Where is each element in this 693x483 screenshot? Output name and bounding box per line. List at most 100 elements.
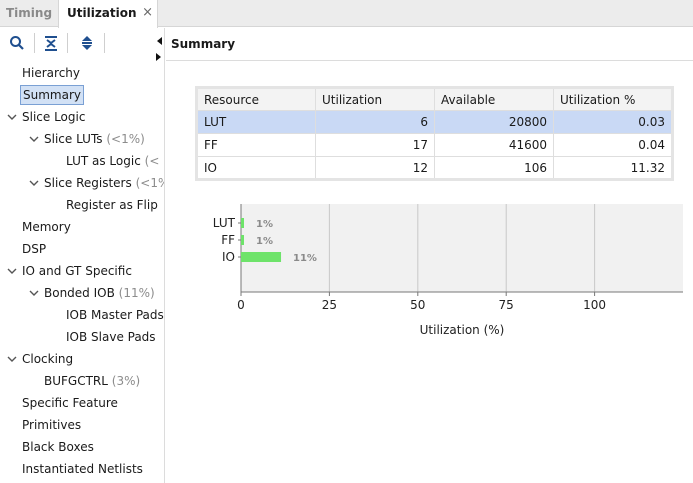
tree-item-percent: (< [144,154,160,168]
tree-item-iob-master-pads[interactable]: IOB Master Pads [66,305,164,325]
bar-data-label: 11% [293,253,317,264]
x-tick-label: 75 [499,298,514,312]
tree-item-label: Instantiated Netlists [22,462,143,476]
collapse-all-icon[interactable] [43,35,59,51]
table-row[interactable]: FF 17 41600 0.04 [196,133,673,157]
chevron-down-icon[interactable] [29,178,39,188]
tree-item-instantiated-netlists[interactable]: Instantiated Netlists [22,459,143,479]
x-tick-label: 0 [237,298,245,312]
tree-item-dsp[interactable]: DSP [22,239,46,259]
table-cell: 11.32 [553,156,673,180]
tab-utilization[interactable]: Utilization × [58,0,158,28]
tree-item-iob-slave-pads[interactable]: IOB Slave Pads [66,327,156,347]
tree-item-label: Slice LUTs [44,132,103,146]
tree-item-percent: (<1%) [106,132,145,146]
tree-item-label: Hierarchy [22,66,81,80]
column-header[interactable]: Resource [196,87,316,111]
tree-item-primitives[interactable]: Primitives [22,415,81,435]
tree-item-label: Clocking [22,352,74,366]
tree-item-slice-registers[interactable]: Slice Registers (<1% [44,173,164,193]
toolbar-separator [104,33,105,53]
chevron-down-icon[interactable] [7,354,17,364]
chevron-down-icon[interactable] [7,266,17,276]
column-header[interactable]: Utilization % [553,87,673,111]
tree-item-label: IOB Master Pads [66,308,164,322]
x-tick-label: 50 [410,298,425,312]
tree-item-bonded-iob[interactable]: Bonded IOB (11%) [44,283,155,303]
utilization-window: Timing Utilization × Hierarchy Summary S… [0,0,693,483]
tree-item-bufgctrl[interactable]: BUFGCTRL (3%) [44,371,140,391]
bar-data-label: 1% [256,219,273,230]
summary-panel: Summary Resource Utilization Available U… [156,28,693,483]
table-cell: FF [196,133,316,157]
navigation-panel: Hierarchy Summary Slice Logic Slice LUTs… [0,28,165,483]
tree-item-summary[interactable]: Summary [20,85,84,105]
tree-item-black-boxes[interactable]: Black Boxes [22,437,94,457]
column-header[interactable]: Available [434,87,554,111]
x-tick-label: 25 [322,298,337,312]
tree-item-label: DSP [22,242,47,256]
divider [166,60,693,61]
tree-item-memory[interactable]: Memory [22,217,71,237]
tab-timing[interactable]: Timing [0,0,57,27]
tree-item-specific-feature[interactable]: Specific Feature [22,393,118,413]
column-header[interactable]: Utilization [315,87,435,111]
tree-item-label: Specific Feature [22,396,118,410]
table-cell: IO [196,156,316,180]
tree-item-slice-logic[interactable]: Slice Logic [22,107,85,127]
table-row[interactable]: LUT 6 20800 0.03 [196,110,673,134]
tree-item-lut-as-logic[interactable]: LUT as Logic (< [66,151,159,171]
tree-item-label: IO and GT Specific [22,264,132,278]
tree-item-clocking[interactable]: Clocking [22,349,73,369]
table-cell: LUT [196,110,316,134]
panel-splitter-arrows-icon[interactable] [155,36,163,62]
tree-item-slice-luts[interactable]: Slice LUTs (<1%) [44,129,145,149]
tree-item-hierarchy[interactable]: Hierarchy [22,63,80,83]
table-header-row: Resource Utilization Available Utilizati… [196,87,673,111]
table-cell: 0.04 [553,133,673,157]
toolbar-separator [67,33,68,53]
tab-utilization-label: Utilization [67,6,137,20]
x-tick-label: 100 [583,298,606,312]
bar-data-label: 1% [256,236,273,247]
y-category-label: FF [221,233,235,247]
tree-item-label: BUFGCTRL [44,374,108,388]
utilization-table: Resource Utilization Available Utilizati… [195,86,674,181]
chevron-down-icon[interactable] [29,134,39,144]
tree-item-label: Black Boxes [22,440,94,454]
x-axis-label: Utilization (%) [420,323,505,337]
bar [241,235,244,245]
table-cell: 20800 [434,110,554,134]
tree-item-label: Slice Registers [44,176,132,190]
tree-item-label: Bonded IOB [44,286,115,300]
tree-item-percent: (3%) [111,374,141,388]
tree-item-label: Summary [23,88,81,102]
y-category-label: LUT [213,216,236,230]
y-category-label: IO [222,250,235,264]
tree-item-register-as-flip[interactable]: Register as Flip [66,195,158,215]
utilization-bar-chart: 0 25 50 75 100 LUT 1% FF 1% IO 11% Utilization (%) [213,204,683,337]
tree-item-label: LUT as Logic [66,154,141,168]
tree-item-label: Memory [22,220,71,234]
table-cell: 17 [315,133,435,157]
chevron-down-icon[interactable] [7,112,17,122]
tree-item-io-and-gt-specific[interactable]: IO and GT Specific [22,261,132,281]
table-cell: 12 [315,156,435,180]
page-title: Summary [171,37,236,51]
search-icon[interactable] [9,35,25,51]
toolbar [0,28,164,58]
table-cell: 106 [434,156,554,180]
tree-item-label: Primitives [22,418,82,432]
bar [241,218,244,228]
chevron-down-icon[interactable] [29,288,39,298]
bar [241,252,282,262]
tree-item-label: Slice Logic [22,110,86,124]
close-icon[interactable]: × [142,0,153,26]
expand-all-icon[interactable] [79,35,95,51]
tree-item-label: IOB Slave Pads [66,330,156,344]
table-cell: 6 [315,110,435,134]
tree-item-percent: (<1% [135,176,164,190]
plot-background [241,204,683,292]
tab-bar: Timing Utilization × [0,0,693,28]
table-row[interactable]: IO 12 106 11.32 [196,156,673,180]
